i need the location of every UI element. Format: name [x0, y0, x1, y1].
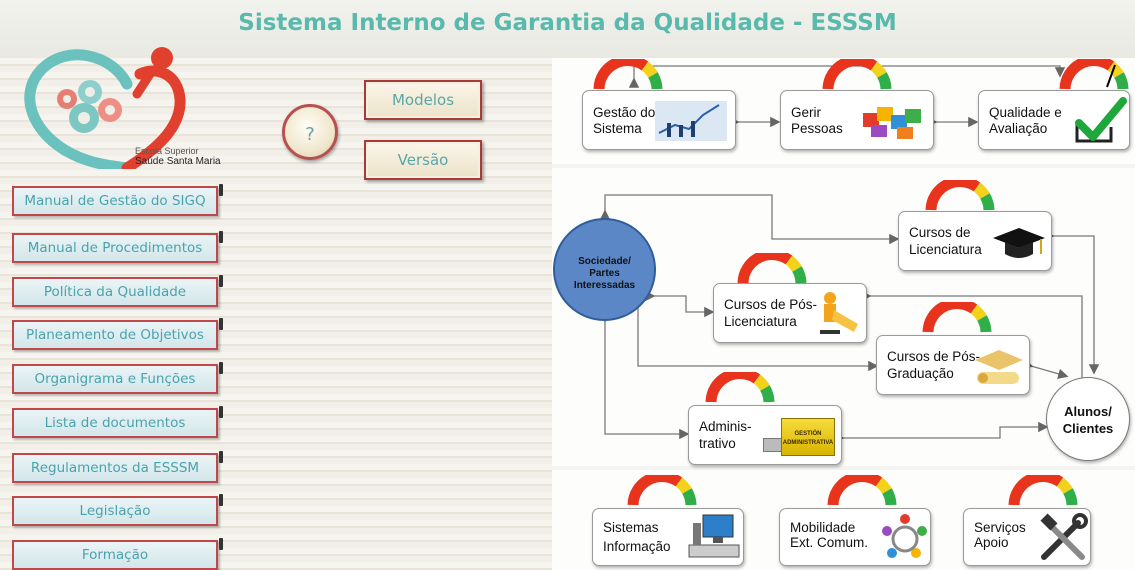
- process-label-line1: Cursos de Pós-: [724, 297, 818, 312]
- process-label-line2: Ext. Comum.: [790, 535, 869, 550]
- process-label-line1: Cursos de: [909, 225, 971, 240]
- process-label-line1: Adminis-: [699, 419, 752, 434]
- checkmark-box-icon: [1075, 97, 1127, 143]
- usb-drive-icon: GESTIÓN ADMINISTRATIVA: [763, 414, 839, 458]
- process-label-line2: trativo: [699, 436, 736, 451]
- process-cursos-pos-licenciatura[interactable]: Cursos de Pós- Licenciatura: [713, 283, 867, 343]
- process-qualidade-avaliacao[interactable]: Qualidade e Avaliação: [978, 90, 1130, 150]
- students-clients-node[interactable]: Alunos/ Clientes: [1046, 377, 1130, 461]
- process-administrativo[interactable]: Adminis- trativo GESTIÓN ADMINISTRATIVA: [688, 405, 842, 465]
- process-sistemas-informacao[interactable]: Sistemas Informação: [592, 508, 744, 566]
- gauge-administrativo-icon: [705, 372, 775, 403]
- process-label-line2: Licenciatura: [909, 242, 982, 257]
- puzzle-pieces-icon: [863, 107, 921, 139]
- admin-tag-line1: GESTIÓN: [794, 431, 822, 437]
- process-label-line1: Sistemas: [603, 520, 659, 535]
- process-label-line2: Licenciatura: [724, 314, 797, 329]
- gauge-qualidade-avaliacao-icon: [1059, 59, 1129, 90]
- process-label-line2: Graduação: [887, 366, 954, 381]
- society-line2: Partes: [589, 268, 620, 279]
- graduation-cap-icon: [993, 228, 1045, 258]
- process-label-line2: Pessoas: [791, 121, 843, 136]
- students-line1: Alunos/: [1064, 404, 1112, 419]
- process-cursos-licenciatura[interactable]: Cursos de Licenciatura: [898, 211, 1052, 271]
- computer-icon: [688, 514, 740, 558]
- process-label-line1: Serviços: [974, 520, 1026, 535]
- process-label-line2: Informação: [603, 539, 671, 554]
- gauge-pos-licenciatura-icon: [737, 253, 807, 284]
- admin-tag-line2: ADMINISTRATIVA: [782, 440, 834, 446]
- process-label-line2: Apoio: [974, 535, 1009, 550]
- gauge-gestao-sistema-icon: [593, 59, 663, 90]
- process-label-line2: Avaliação: [989, 121, 1048, 136]
- process-label-line1: Gestão do: [593, 105, 656, 120]
- process-mobilidade[interactable]: Mobilidade Ext. Comum.: [779, 508, 931, 566]
- gauge-mobilidade-icon: [827, 475, 897, 506]
- process-label-line2: Sistema: [593, 121, 642, 136]
- process-gerir-pessoas[interactable]: Gerir Pessoas: [780, 90, 934, 150]
- society-line1: Sociedade/: [578, 256, 631, 267]
- gauge-licenciatura-icon: [925, 180, 995, 211]
- gauge-sistemas-informacao-icon: [627, 475, 697, 506]
- gauge-pos-graduacao-icon: [922, 302, 992, 333]
- society-stakeholders-node[interactable]: Sociedade/ Partes Interessadas: [553, 218, 656, 321]
- process-servicos-apoio[interactable]: Serviços Apoio: [963, 508, 1091, 566]
- people-circle-icon: [882, 514, 927, 558]
- trophy-figure-icon: [820, 292, 858, 334]
- process-label-line1: Cursos de Pós-: [887, 349, 981, 364]
- students-line2: Clientes: [1062, 421, 1114, 436]
- society-line3: Interessadas: [573, 280, 636, 291]
- process-label-line1: Qualidade e: [989, 105, 1062, 120]
- tools-icon: [1040, 513, 1088, 560]
- gauge-gerir-pessoas-icon: [822, 59, 892, 90]
- process-label-line1: Mobilidade: [790, 520, 856, 535]
- diploma-scroll-icon: [975, 350, 1023, 384]
- process-cursos-pos-graduacao[interactable]: Cursos de Pós- Graduação: [876, 335, 1030, 395]
- process-gestao-sistema[interactable]: Gestão do Sistema: [582, 90, 736, 150]
- gauge-servicos-apoio-icon: [1008, 475, 1078, 506]
- process-label-line1: Gerir: [791, 105, 821, 120]
- chart-people-icon: [655, 101, 727, 141]
